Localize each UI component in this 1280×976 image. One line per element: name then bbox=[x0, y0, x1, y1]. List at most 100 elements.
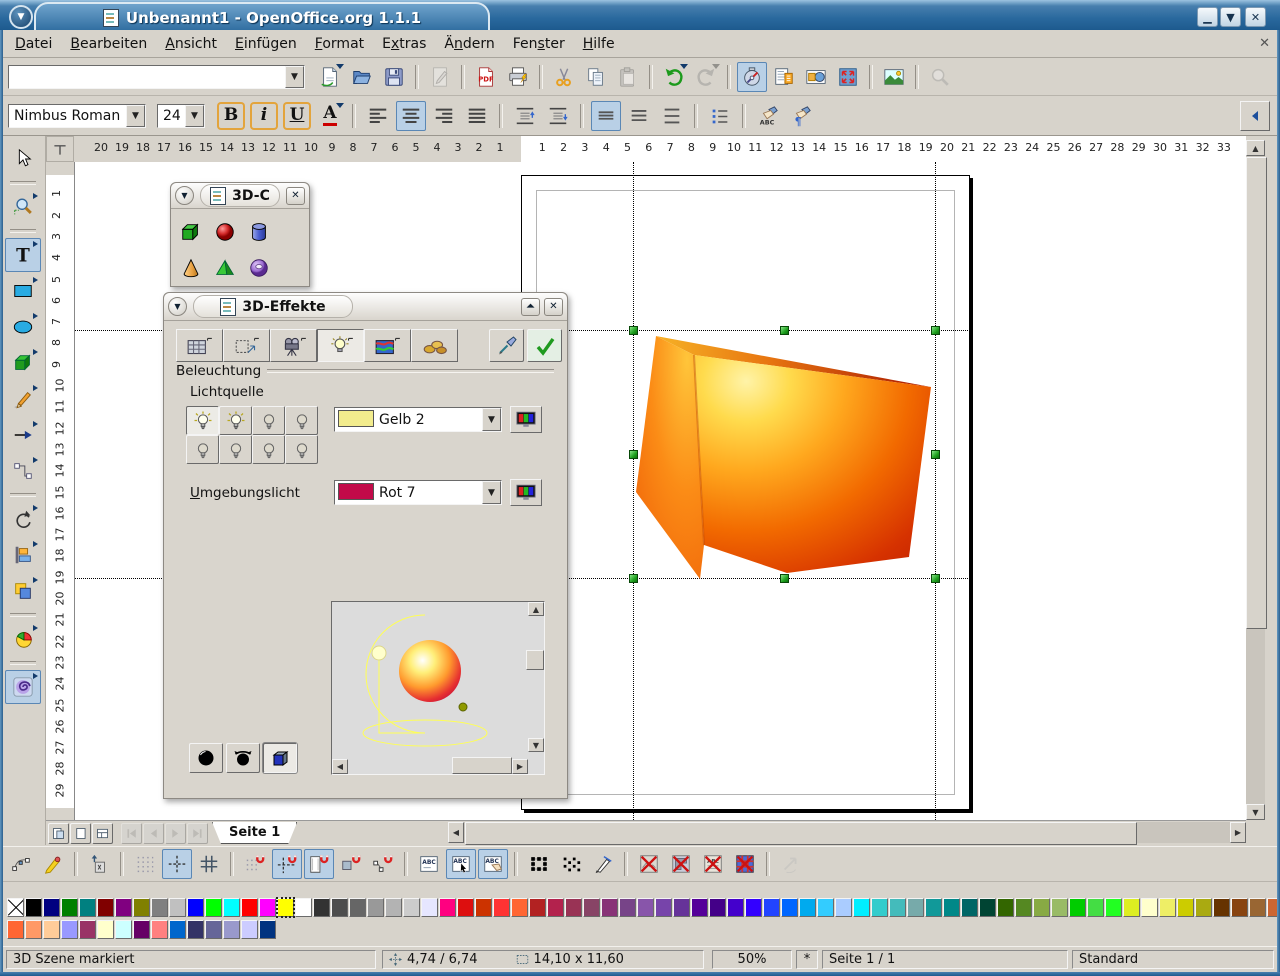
select-text-area-button[interactable]: ABC bbox=[446, 849, 476, 879]
underline-button[interactable]: U bbox=[282, 101, 312, 131]
preview-sphere-mode-button[interactable] bbox=[189, 743, 223, 773]
ambient-color-combobox[interactable]: Rot 7 ▼ bbox=[334, 480, 502, 505]
color-swatch[interactable] bbox=[133, 920, 150, 939]
color-swatch[interactable] bbox=[1195, 898, 1212, 917]
color-swatch[interactable] bbox=[601, 898, 618, 917]
color-swatch[interactable] bbox=[745, 898, 762, 917]
color-swatch[interactable] bbox=[223, 898, 240, 917]
ellipse-button[interactable] bbox=[5, 310, 41, 344]
color-swatch[interactable] bbox=[853, 898, 870, 917]
export-pdf-button[interactable]: PDF bbox=[471, 62, 501, 92]
lines-arrows-button[interactable] bbox=[5, 418, 41, 452]
cylinder-3d-button[interactable] bbox=[243, 215, 275, 249]
menu-hilfe[interactable]: Hilfe bbox=[574, 32, 624, 56]
color-swatch[interactable] bbox=[871, 898, 888, 917]
color-swatch[interactable] bbox=[637, 898, 654, 917]
color-swatch[interactable] bbox=[349, 898, 366, 917]
color-swatch[interactable] bbox=[583, 898, 600, 917]
color-swatch[interactable] bbox=[295, 898, 312, 917]
bullets-button[interactable] bbox=[705, 101, 735, 131]
selection-handle[interactable] bbox=[931, 574, 940, 583]
menu-einfgen[interactable]: Einfügen bbox=[226, 32, 306, 56]
snap-border-magnet-button[interactable] bbox=[336, 849, 366, 879]
light-source-6-button[interactable] bbox=[219, 435, 252, 464]
dialog-menu-button[interactable]: ▼ bbox=[168, 297, 187, 316]
view-master-button[interactable] bbox=[70, 823, 91, 844]
color-swatch[interactable] bbox=[133, 898, 150, 917]
status-page[interactable]: Seite 1 / 1 bbox=[822, 950, 1068, 969]
preview-vscroll-thumb[interactable] bbox=[526, 650, 544, 670]
color-swatch[interactable] bbox=[547, 898, 564, 917]
color-swatch[interactable] bbox=[1231, 898, 1248, 917]
char-dialog-button[interactable]: ABC bbox=[753, 101, 783, 131]
color-swatch[interactable] bbox=[151, 920, 168, 939]
color-swatch[interactable] bbox=[619, 898, 636, 917]
scroll-down-icon[interactable]: ▼ bbox=[1246, 804, 1265, 820]
show-grid-button[interactable] bbox=[130, 849, 160, 879]
color-swatch[interactable] bbox=[1105, 898, 1122, 917]
color-swatch[interactable] bbox=[1249, 898, 1266, 917]
line-placeholder-button[interactable] bbox=[730, 849, 760, 879]
color-swatch[interactable] bbox=[529, 898, 546, 917]
preview-cube-mode-button[interactable] bbox=[263, 743, 297, 773]
color-swatch[interactable] bbox=[997, 898, 1014, 917]
cone-3d-button[interactable] bbox=[175, 251, 207, 285]
font-name-combobox[interactable]: Nimbus Roman ▼ bbox=[8, 104, 146, 128]
print-button[interactable] bbox=[503, 62, 533, 92]
snap-grid-magnet-button[interactable] bbox=[240, 849, 270, 879]
selection-handle[interactable] bbox=[629, 450, 638, 459]
color-swatch[interactable] bbox=[781, 898, 798, 917]
color-swatch[interactable] bbox=[97, 920, 114, 939]
ambient-color-dropdown-icon[interactable]: ▼ bbox=[482, 481, 501, 504]
color-swatch[interactable] bbox=[475, 898, 492, 917]
menu-datei[interactable]: Datei bbox=[6, 32, 61, 56]
align-center-button[interactable] bbox=[396, 101, 426, 131]
font-color-button[interactable]: A bbox=[315, 101, 345, 131]
color-swatch[interactable] bbox=[331, 898, 348, 917]
document-close-icon[interactable]: ✕ bbox=[1259, 36, 1270, 51]
color-swatch[interactable] bbox=[367, 898, 384, 917]
fx-assign-button[interactable] bbox=[489, 329, 524, 362]
undo-button[interactable] bbox=[659, 62, 689, 92]
color-swatch[interactable] bbox=[385, 898, 402, 917]
color-swatch[interactable] bbox=[61, 898, 78, 917]
show-guides-button[interactable] bbox=[162, 849, 192, 879]
line-1-button[interactable] bbox=[591, 101, 621, 131]
color-swatch[interactable] bbox=[1069, 898, 1086, 917]
color-swatch[interactable] bbox=[1087, 898, 1104, 917]
flip-mode-button[interactable] bbox=[84, 849, 114, 879]
light-color-combobox[interactable]: Gelb 2 ▼ bbox=[334, 407, 502, 432]
align-left-button[interactable] bbox=[363, 101, 393, 131]
handles-simple-button[interactable] bbox=[524, 849, 554, 879]
handles-small-button[interactable] bbox=[556, 849, 586, 879]
color-swatch[interactable] bbox=[169, 920, 186, 939]
color-swatch[interactable] bbox=[817, 898, 834, 917]
color-swatch[interactable] bbox=[1213, 898, 1230, 917]
color-swatch[interactable] bbox=[187, 920, 204, 939]
stylist-button[interactable] bbox=[769, 62, 799, 92]
select-button[interactable] bbox=[5, 142, 41, 176]
toolbar-overflow-button[interactable] bbox=[1240, 101, 1270, 131]
save-button[interactable] bbox=[379, 62, 409, 92]
fx-shading-tab[interactable] bbox=[223, 329, 270, 362]
insert-image-button[interactable] bbox=[879, 62, 909, 92]
dialog-close-icon[interactable]: ✕ bbox=[544, 298, 563, 316]
picture-placeholder-button[interactable] bbox=[634, 849, 664, 879]
align-right-button[interactable] bbox=[429, 101, 459, 131]
preview-scroll-right-icon[interactable]: ▶ bbox=[512, 759, 528, 774]
light-source-8-button[interactable] bbox=[285, 435, 318, 464]
palette-menu-button[interactable]: ▼ bbox=[175, 186, 194, 205]
modify-object-button[interactable] bbox=[588, 849, 618, 879]
gallery-button[interactable] bbox=[801, 62, 831, 92]
selection-handle[interactable] bbox=[931, 326, 940, 335]
color-swatch[interactable] bbox=[169, 898, 186, 917]
insert-button[interactable] bbox=[5, 622, 41, 656]
color-swatch[interactable] bbox=[979, 898, 996, 917]
minimize-button[interactable]: ▁ bbox=[1197, 7, 1218, 27]
color-swatch[interactable] bbox=[727, 898, 744, 917]
selection-handle[interactable] bbox=[931, 450, 940, 459]
snap-margins-magnet-button[interactable] bbox=[304, 849, 334, 879]
preview-rotate-mode-button[interactable] bbox=[226, 743, 260, 773]
color-swatch[interactable] bbox=[25, 920, 42, 939]
para-space-inc-button[interactable] bbox=[510, 101, 540, 131]
